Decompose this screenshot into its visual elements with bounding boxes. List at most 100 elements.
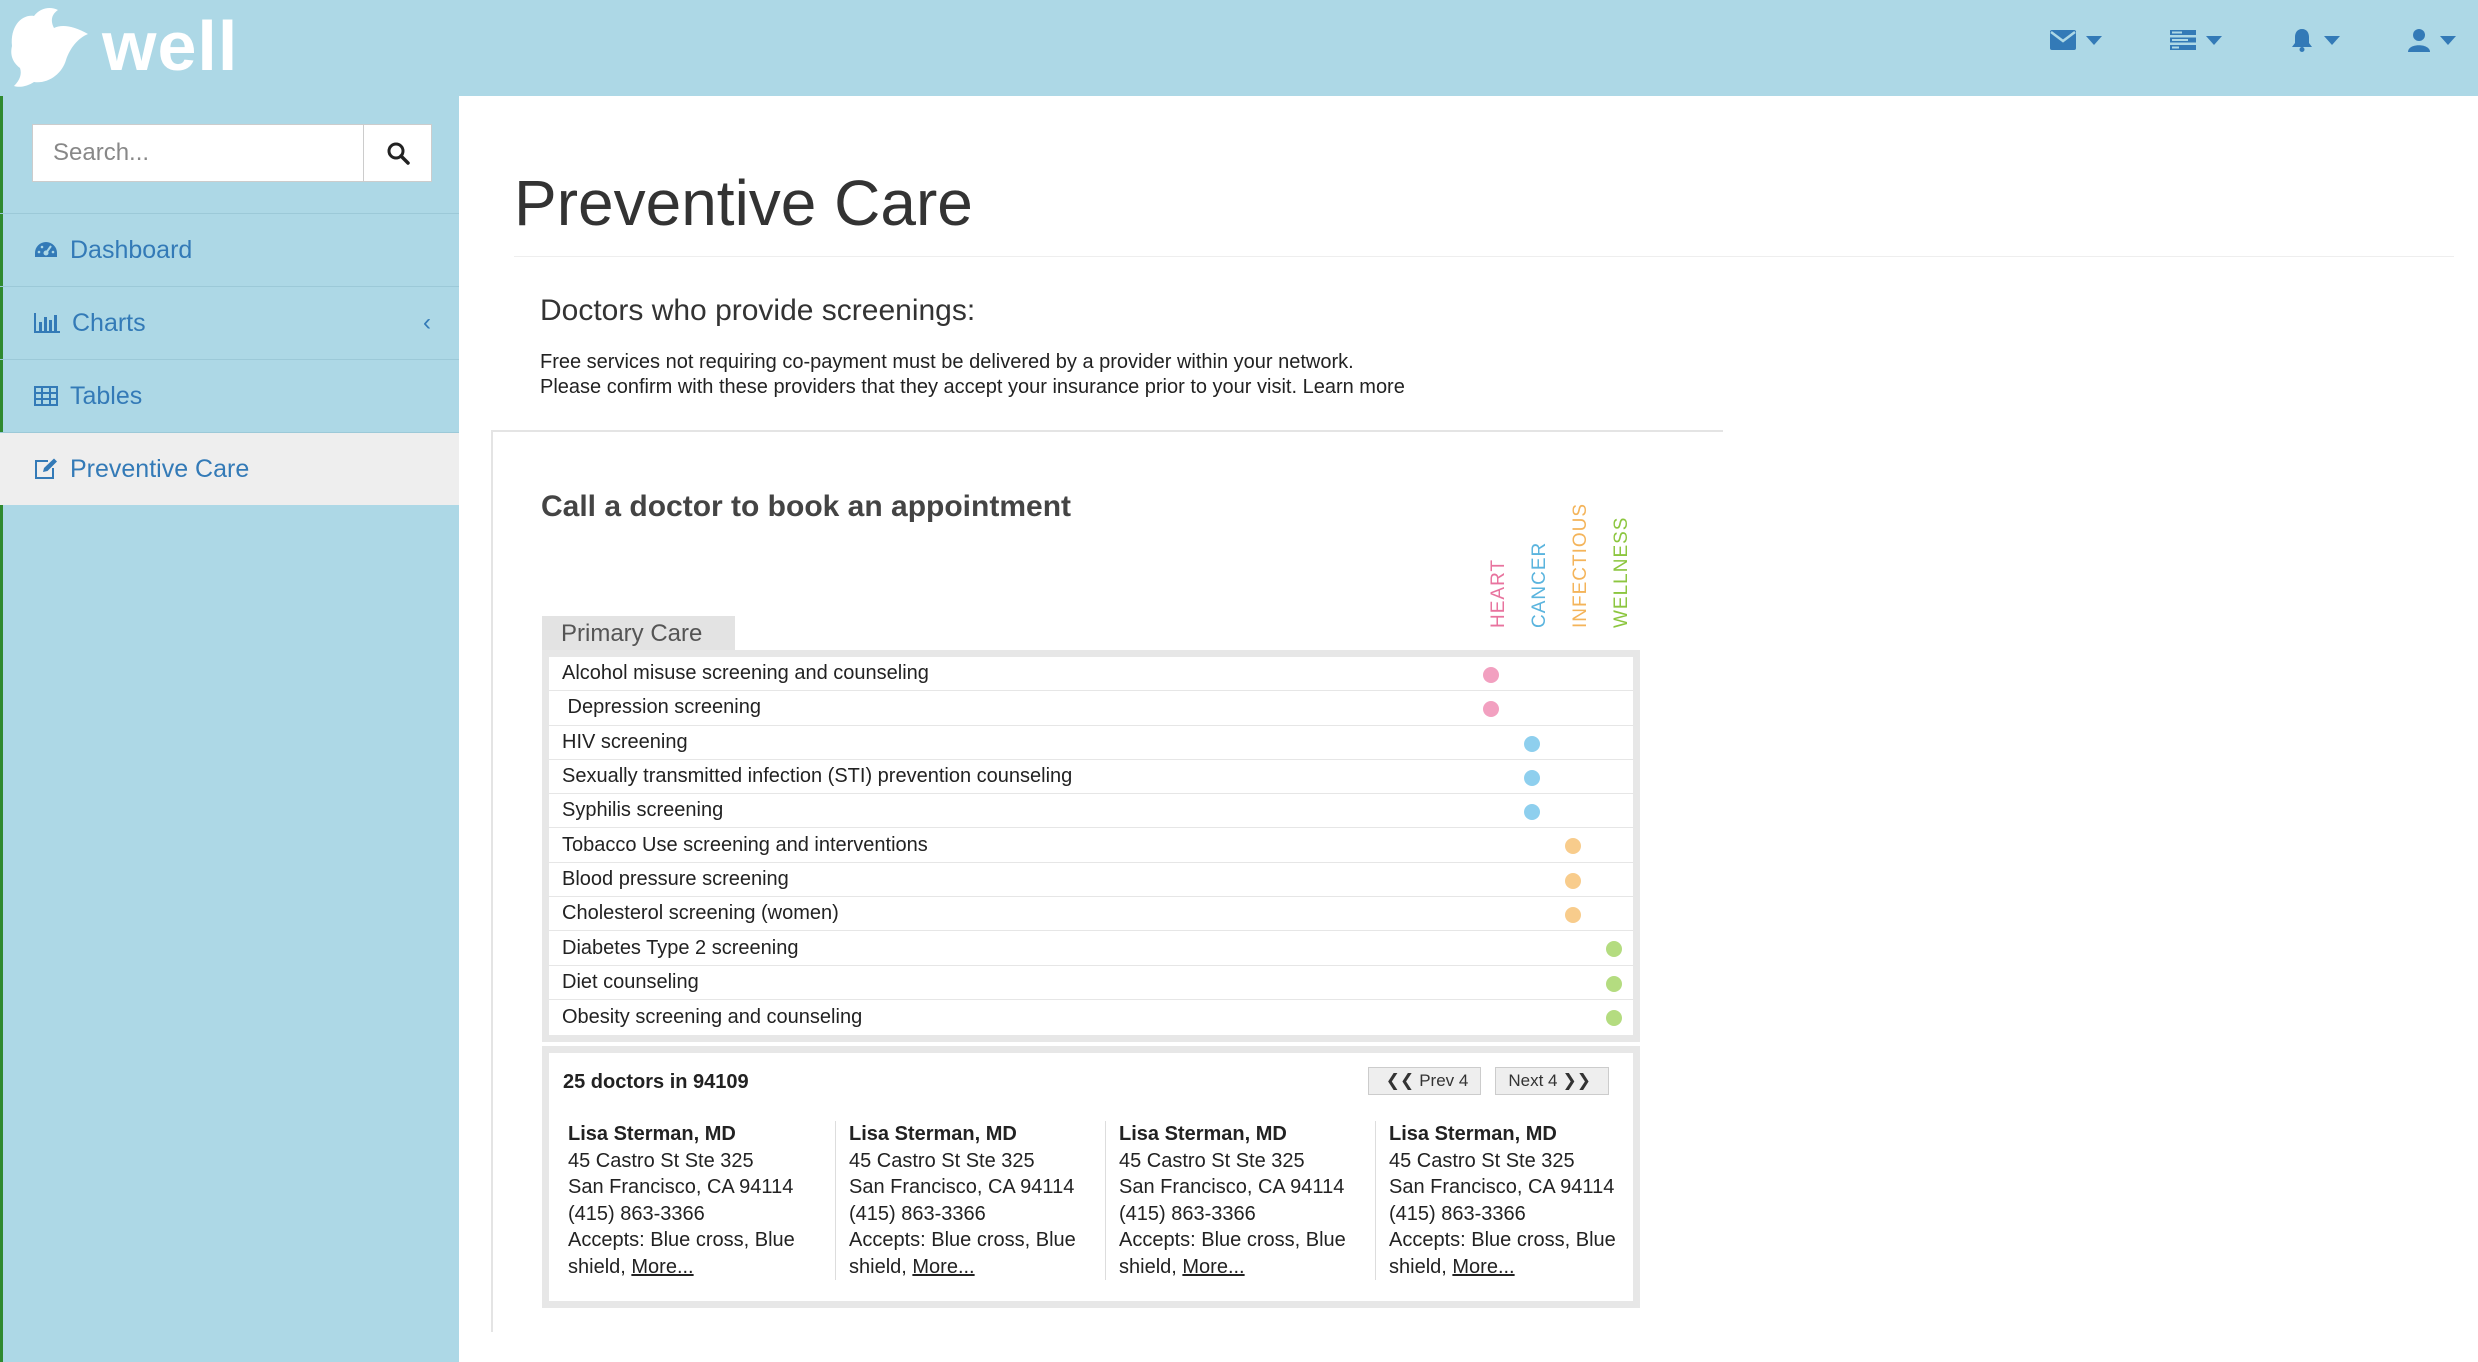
service-label: Depression screening: [562, 696, 761, 719]
category-label-heart: HEART: [1488, 558, 1509, 628]
infectious-dot-icon: [1565, 872, 1581, 889]
tab-primary-care[interactable]: Primary Care: [542, 616, 735, 652]
brand-logo[interactable]: well: [4, 4, 238, 88]
table-icon: [34, 386, 58, 406]
doctor-card: Lisa Sterman, MD 45 Castro St Ste 325 Sa…: [1375, 1121, 1645, 1280]
brand-name: well: [102, 7, 239, 85]
main-content: Preventive Care Doctors who provide scre…: [459, 96, 2478, 1362]
category-label-cancer: CANCER: [1529, 541, 1550, 628]
doctor-name[interactable]: Lisa Sterman, MD: [1389, 1121, 1645, 1148]
doctor-card: Lisa Sterman, MD 45 Castro St Ste 325 Sa…: [565, 1121, 835, 1280]
doctor-phone[interactable]: (415) 863-3366: [849, 1201, 1105, 1228]
messages-dropdown[interactable]: [2050, 28, 2102, 52]
heart-dot-icon: [1483, 701, 1499, 718]
tasks-icon: [2170, 30, 2196, 50]
intro-line-1: Free services not requiring co-payment m…: [540, 351, 1354, 373]
envelope-icon: [2050, 30, 2076, 50]
service-label: Alcohol misuse screening and counseling: [562, 662, 929, 685]
list-item[interactable]: Diabetes Type 2 screening: [549, 931, 1633, 966]
bird-logo-icon: [11, 8, 88, 87]
next-label: Next 4: [1508, 1071, 1558, 1090]
more-link[interactable]: More...: [1452, 1256, 1514, 1278]
divider: [514, 256, 2454, 257]
service-label: Diabetes Type 2 screening: [562, 936, 799, 959]
service-label: Obesity screening and counseling: [562, 1005, 863, 1028]
service-label: Tobacco Use screening and interventions: [562, 833, 928, 856]
next-button[interactable]: Next 4 ❯❯: [1495, 1067, 1609, 1095]
prev-button[interactable]: ❮❮ Prev 4: [1367, 1067, 1482, 1095]
doctor-address: 45 Castro St Ste 325: [568, 1149, 754, 1172]
doctor-insurance: Accepts: Blue cross, Blue shield, More..…: [568, 1227, 835, 1280]
list-item[interactable]: Syphilis screening: [549, 794, 1633, 829]
wellness-dot-icon: [1606, 1009, 1622, 1026]
cancer-dot-icon: [1524, 804, 1540, 821]
card-title: Call a doctor to book an appointment: [541, 490, 1072, 523]
list-item[interactable]: Obesity screening and counseling: [549, 1000, 1633, 1034]
search-input[interactable]: [32, 124, 364, 182]
list-item[interactable]: Diet counseling: [549, 966, 1633, 1000]
more-link[interactable]: More...: [912, 1256, 974, 1278]
doctor-city: San Francisco, CA 94114: [849, 1176, 1075, 1198]
list-item[interactable]: Sexually transmitted infection (STI) pre…: [549, 760, 1633, 795]
sidebar-item-label: Charts: [72, 308, 146, 337]
list-item[interactable]: Depression screening: [549, 691, 1633, 726]
list-item[interactable]: Alcohol misuse screening and counseling: [549, 657, 1633, 692]
list-item[interactable]: Cholesterol screening (women): [549, 897, 1633, 932]
doctor-insurance: Accepts: Blue cross, Blue shield, More..…: [1119, 1227, 1375, 1280]
list-item[interactable]: Tobacco Use screening and interventions: [549, 828, 1633, 863]
sidebar-item-preventive-care[interactable]: Preventive Care: [0, 432, 459, 505]
doctors-panel: 25 doctors in 94109 ❮❮ Prev 4 Next 4 ❯❯ Li…: [542, 1046, 1640, 1308]
double-chevron-right-icon: ❯❯: [1562, 1071, 1592, 1090]
edit-icon: [35, 458, 57, 479]
search-button[interactable]: [364, 124, 432, 182]
category-label-infectious: INFECTIOUS: [1570, 502, 1591, 628]
sidebar-item-tables[interactable]: Tables: [0, 359, 459, 432]
list-item[interactable]: HIV screening: [549, 726, 1633, 760]
page-title: Preventive Care: [514, 167, 973, 239]
infectious-dot-icon: [1565, 838, 1581, 855]
tasks-dropdown[interactable]: [2170, 28, 2222, 52]
doctor-address: 45 Castro St Ste 325: [1119, 1149, 1305, 1172]
service-label: Cholesterol screening (women): [562, 902, 839, 925]
sidebar-item-label: Tables: [70, 381, 143, 410]
doctor-name[interactable]: Lisa Sterman, MD: [1119, 1121, 1375, 1148]
screenings-intro: Doctors who provide screenings: Free ser…: [540, 294, 1405, 400]
wellness-dot-icon: [1606, 941, 1622, 958]
more-link[interactable]: More...: [631, 1256, 693, 1278]
doctor-name[interactable]: Lisa Sterman, MD: [568, 1121, 835, 1148]
doctor-city: San Francisco, CA 94114: [568, 1176, 794, 1198]
sidebar-item-charts[interactable]: Charts ‹: [0, 286, 459, 359]
doctor-city: San Francisco, CA 94114: [1119, 1176, 1345, 1198]
doctor-name[interactable]: Lisa Sterman, MD: [849, 1121, 1105, 1148]
category-label-wellness: WELLNESS: [1611, 516, 1632, 628]
doctor-phone[interactable]: (415) 863-3366: [1389, 1201, 1645, 1228]
caret-down-icon: [2206, 35, 2222, 45]
service-label: Blood pressure screening: [562, 867, 789, 890]
chevron-left-icon[interactable]: ‹: [423, 309, 431, 337]
caret-down-icon: [2324, 35, 2340, 45]
service-label: HIV screening: [562, 730, 688, 753]
sidebar-item-dashboard[interactable]: Dashboard: [0, 213, 459, 286]
services-list: Alcohol misuse screening and counseling …: [542, 650, 1640, 1042]
doctor-address: 45 Castro St Ste 325: [849, 1149, 1035, 1172]
doctor-card: Lisa Sterman, MD 45 Castro St Ste 325 Sa…: [1105, 1121, 1375, 1280]
intro-line-2: Please confirm with these providers that…: [540, 376, 1405, 398]
more-link[interactable]: More...: [1182, 1256, 1244, 1278]
search-icon: [387, 142, 410, 165]
bar-chart-icon: [34, 313, 60, 333]
sidebar-search: [32, 124, 432, 182]
caret-down-icon: [2440, 35, 2456, 45]
user-dropdown[interactable]: [2408, 28, 2456, 52]
heart-dot-icon: [1483, 667, 1499, 683]
doctor-phone[interactable]: (415) 863-3366: [1119, 1201, 1375, 1228]
doctor-phone[interactable]: (415) 863-3366: [568, 1201, 835, 1228]
sidebar-item-label: Dashboard: [70, 235, 193, 264]
doctor-address: 45 Castro St Ste 325: [1389, 1149, 1575, 1172]
doctor-card: Lisa Sterman, MD 45 Castro St Ste 325 Sa…: [835, 1121, 1105, 1280]
dashboard-icon: [35, 242, 57, 257]
appointment-card: Call a doctor to book an appointment HEA…: [491, 430, 1723, 1332]
caret-down-icon: [2086, 35, 2102, 45]
doctors-count: 25 doctors in 94109: [563, 1071, 749, 1093]
alerts-dropdown[interactable]: [2290, 28, 2340, 52]
list-item[interactable]: Blood pressure screening: [549, 863, 1633, 898]
